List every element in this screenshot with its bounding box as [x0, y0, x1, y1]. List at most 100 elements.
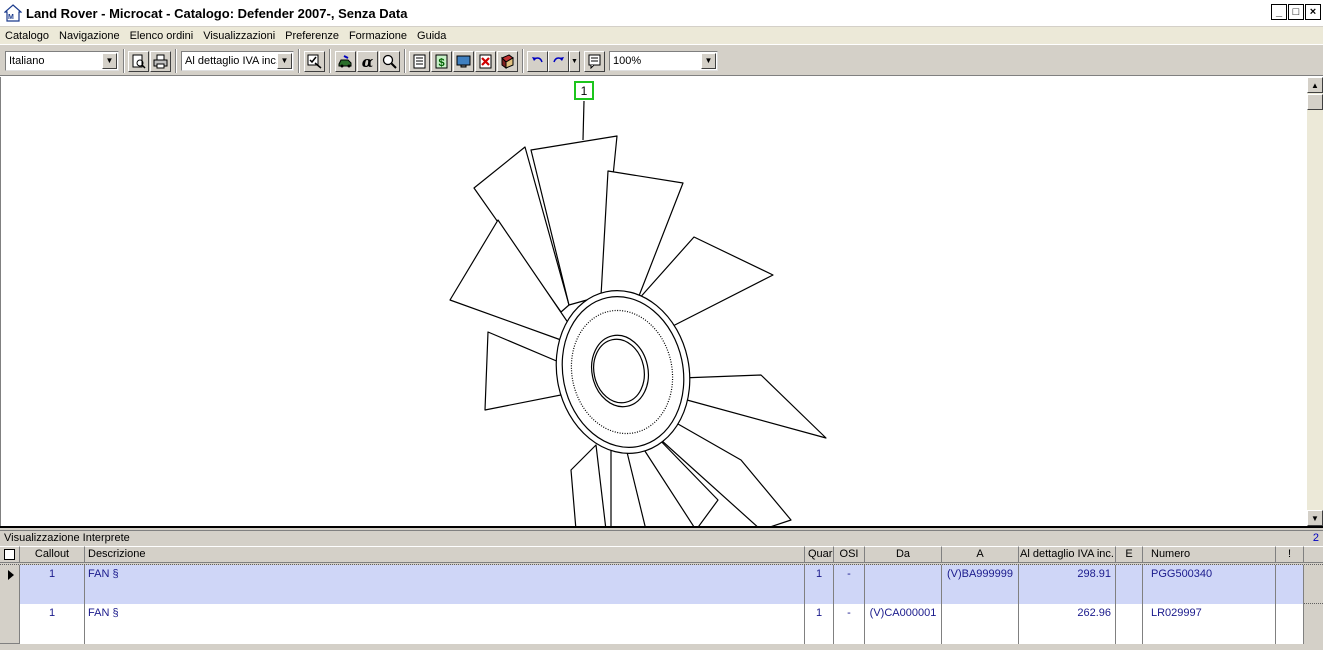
chevron-down-icon: ▼ — [571, 58, 578, 65]
delete-button[interactable] — [475, 51, 496, 72]
col-da[interactable]: Da — [865, 546, 942, 563]
price-button[interactable]: $ — [431, 51, 452, 72]
print-button[interactable] — [150, 51, 171, 72]
comment-icon — [588, 54, 601, 69]
fan-drawing — [449, 100, 827, 526]
table-row[interactable]: 1 FAN § 1 - (V)BA999999 298.91 PGG500340 — [0, 564, 1323, 605]
zoom-select[interactable]: 100% ▼ — [609, 51, 718, 71]
col-numero[interactable]: Numero — [1143, 546, 1276, 563]
select-all-checkbox-cell — [0, 546, 20, 563]
redo-button[interactable] — [548, 51, 569, 72]
cell-osi: - — [834, 565, 865, 605]
print-preview-icon — [132, 54, 146, 69]
manual-button[interactable] — [497, 51, 518, 72]
undo-button[interactable] — [527, 51, 548, 72]
cell-descrizione: FAN § — [85, 565, 805, 605]
printer-icon — [153, 54, 168, 69]
cell-a — [942, 604, 1019, 644]
cell-descrizione: FAN § — [85, 604, 805, 644]
cell-da — [865, 565, 942, 605]
cell-a: (V)BA999999 — [942, 565, 1019, 605]
select-parts-button[interactable] — [304, 51, 325, 72]
toolbar-separator — [298, 49, 300, 73]
col-osi[interactable]: OSI — [834, 546, 865, 563]
cell-quantita: 1 — [805, 604, 834, 644]
menu-formazione[interactable]: Formazione — [344, 30, 412, 42]
alpha-icon: α — [361, 52, 374, 71]
svg-text:M: M — [8, 14, 14, 21]
chevron-up-icon: ▲ — [1311, 80, 1319, 90]
toolbar: Italiano ▼ Al dettaglio IVA inc. ▼ α $ ▼… — [0, 44, 1323, 76]
col-prezzo[interactable]: Al dettaglio IVA inc. — [1019, 546, 1116, 563]
panel-title: Visualizzazione Interprete — [4, 532, 130, 544]
microcat-app-icon: M — [4, 4, 22, 22]
close-button[interactable]: × — [1305, 4, 1321, 20]
select-all-checkbox[interactable] — [4, 549, 15, 560]
alpha-search-button[interactable]: α — [357, 51, 378, 72]
col-a[interactable]: A — [942, 546, 1019, 563]
col-e[interactable]: E — [1116, 546, 1143, 563]
col-flag[interactable]: ! — [1276, 546, 1304, 563]
cell-numero: LR029997 — [1143, 604, 1276, 644]
language-select-value: Italiano — [9, 55, 45, 67]
scroll-thumb[interactable] — [1307, 94, 1323, 110]
drawing-vertical-scrollbar[interactable]: ▲ ▼ — [1307, 77, 1323, 526]
chevron-down-icon: ▼ — [701, 53, 716, 69]
panel-header: Visualizzazione Interprete 2 — [0, 531, 1323, 546]
cell-flag — [1276, 604, 1304, 644]
redo-dropdown[interactable]: ▼ — [569, 51, 580, 72]
cell-osi: - — [834, 604, 865, 644]
menu-elenco-ordini[interactable]: Elenco ordini — [125, 30, 199, 42]
row-selector[interactable] — [0, 565, 20, 605]
col-spacer — [1304, 546, 1323, 563]
current-row-arrow-icon — [8, 570, 14, 580]
menu-visualizzazioni[interactable]: Visualizzazioni — [198, 30, 280, 42]
chevron-down-icon: ▼ — [102, 53, 117, 69]
toolbar-separator — [522, 49, 524, 73]
print-preview-button[interactable] — [128, 51, 149, 72]
cell-da: (V)CA000001 — [865, 604, 942, 644]
price-mode-select[interactable]: Al dettaglio IVA inc. ▼ — [181, 51, 294, 71]
redo-icon — [553, 57, 564, 63]
cell-flag — [1276, 565, 1304, 605]
display-button[interactable] — [453, 51, 474, 72]
search-button[interactable] — [379, 51, 400, 72]
grid-header: Callout Descrizione Quar OSI Da A Al det… — [0, 546, 1323, 563]
zoom-select-value: 100% — [613, 55, 642, 67]
vehicle-search-button[interactable] — [335, 51, 356, 72]
maximize-button[interactable]: □ — [1288, 4, 1304, 20]
notes-button[interactable] — [584, 51, 605, 72]
language-select[interactable]: Italiano ▼ — [5, 51, 119, 71]
col-quantita[interactable]: Quar — [805, 546, 834, 563]
undo-icon — [532, 57, 543, 63]
book-icon — [501, 54, 514, 69]
svg-text:$: $ — [439, 57, 445, 69]
parts-list-button[interactable] — [409, 51, 430, 72]
cell-e — [1116, 604, 1143, 644]
parts-drawing-area[interactable]: 1 — [0, 77, 1307, 526]
cell-callout: 1 — [20, 565, 85, 605]
row-selector[interactable] — [0, 604, 20, 644]
scroll-down-button[interactable]: ▼ — [1307, 510, 1323, 526]
window-title: Land Rover - Microcat - Catalogo: Defend… — [26, 5, 408, 21]
vehicle-icon — [338, 55, 352, 68]
cell-numero: PGG500340 — [1143, 565, 1276, 605]
col-callout[interactable]: Callout — [20, 546, 85, 563]
cell-quantita: 1 — [805, 565, 834, 605]
minimize-button[interactable]: _ — [1271, 4, 1287, 20]
search-icon — [382, 54, 397, 69]
menu-guida[interactable]: Guida — [412, 30, 451, 42]
menu-catalogo[interactable]: Catalogo — [0, 30, 54, 42]
menu-navigazione[interactable]: Navigazione — [54, 30, 125, 42]
scroll-up-button[interactable]: ▲ — [1307, 77, 1323, 93]
cell-callout: 1 — [20, 604, 85, 644]
delete-icon — [479, 54, 492, 69]
cell-e — [1116, 565, 1143, 605]
toolbar-separator — [404, 49, 406, 73]
price-tag-icon: $ — [435, 54, 448, 69]
toolbar-separator — [123, 49, 125, 73]
table-row[interactable]: 1 FAN § 1 - (V)CA000001 262.96 LR029997 — [0, 604, 1323, 644]
menu-preferenze[interactable]: Preferenze — [280, 30, 344, 42]
col-descrizione[interactable]: Descrizione — [85, 546, 805, 563]
toolbar-separator — [329, 49, 331, 73]
